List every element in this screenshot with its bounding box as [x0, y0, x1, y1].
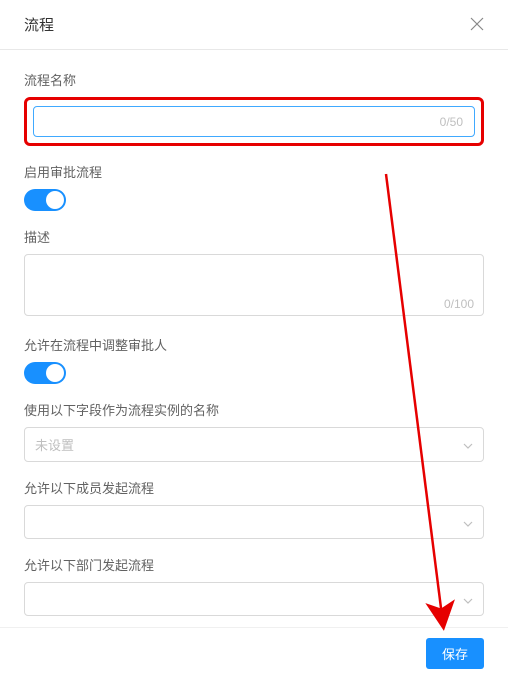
- adjust-approver-toggle[interactable]: [24, 362, 66, 384]
- save-button[interactable]: 保存: [426, 638, 484, 669]
- chevron-down-icon: [463, 437, 473, 452]
- modal-body: 流程名称 0/50 启用审批流程 描述 0/100 允许在流程中调整审批人: [0, 50, 508, 627]
- chevron-down-icon: [463, 592, 473, 607]
- enable-approval-toggle[interactable]: [24, 189, 66, 211]
- field-description: 描述 0/100: [24, 227, 484, 319]
- field-allowed-members: 允许以下成员发起流程: [24, 478, 484, 539]
- description-textarea[interactable]: [24, 254, 484, 316]
- modal-footer: 保存: [0, 627, 508, 681]
- field-enable-approval: 启用审批流程: [24, 162, 484, 211]
- adjust-approver-label: 允许在流程中调整审批人: [24, 335, 484, 354]
- instance-name-select[interactable]: 未设置: [24, 427, 484, 462]
- description-label: 描述: [24, 227, 484, 246]
- allowed-departments-select[interactable]: [24, 582, 484, 616]
- process-name-label: 流程名称: [24, 70, 484, 89]
- field-allowed-departments: 允许以下部门发起流程: [24, 555, 484, 616]
- process-modal: 流程 流程名称 0/50 启用审批流程 描述 0/100: [0, 0, 508, 681]
- enable-approval-label: 启用审批流程: [24, 162, 484, 181]
- allowed-departments-label: 允许以下部门发起流程: [24, 555, 484, 574]
- process-name-input-wrapper: 0/50: [33, 106, 475, 137]
- allowed-members-label: 允许以下成员发起流程: [24, 478, 484, 497]
- field-process-name: 流程名称 0/50: [24, 70, 484, 146]
- highlight-annotation: 0/50: [24, 97, 484, 146]
- instance-name-label: 使用以下字段作为流程实例的名称: [24, 400, 484, 419]
- description-wrapper: 0/100: [24, 254, 484, 319]
- process-name-input[interactable]: [33, 106, 475, 137]
- field-adjust-approver: 允许在流程中调整审批人: [24, 335, 484, 384]
- modal-title: 流程: [24, 14, 54, 35]
- modal-header: 流程: [0, 0, 508, 50]
- instance-name-placeholder: 未设置: [35, 435, 74, 454]
- field-instance-name: 使用以下字段作为流程实例的名称 未设置: [24, 400, 484, 462]
- close-icon[interactable]: [470, 16, 484, 34]
- allowed-members-select[interactable]: [24, 505, 484, 539]
- chevron-down-icon: [463, 515, 473, 530]
